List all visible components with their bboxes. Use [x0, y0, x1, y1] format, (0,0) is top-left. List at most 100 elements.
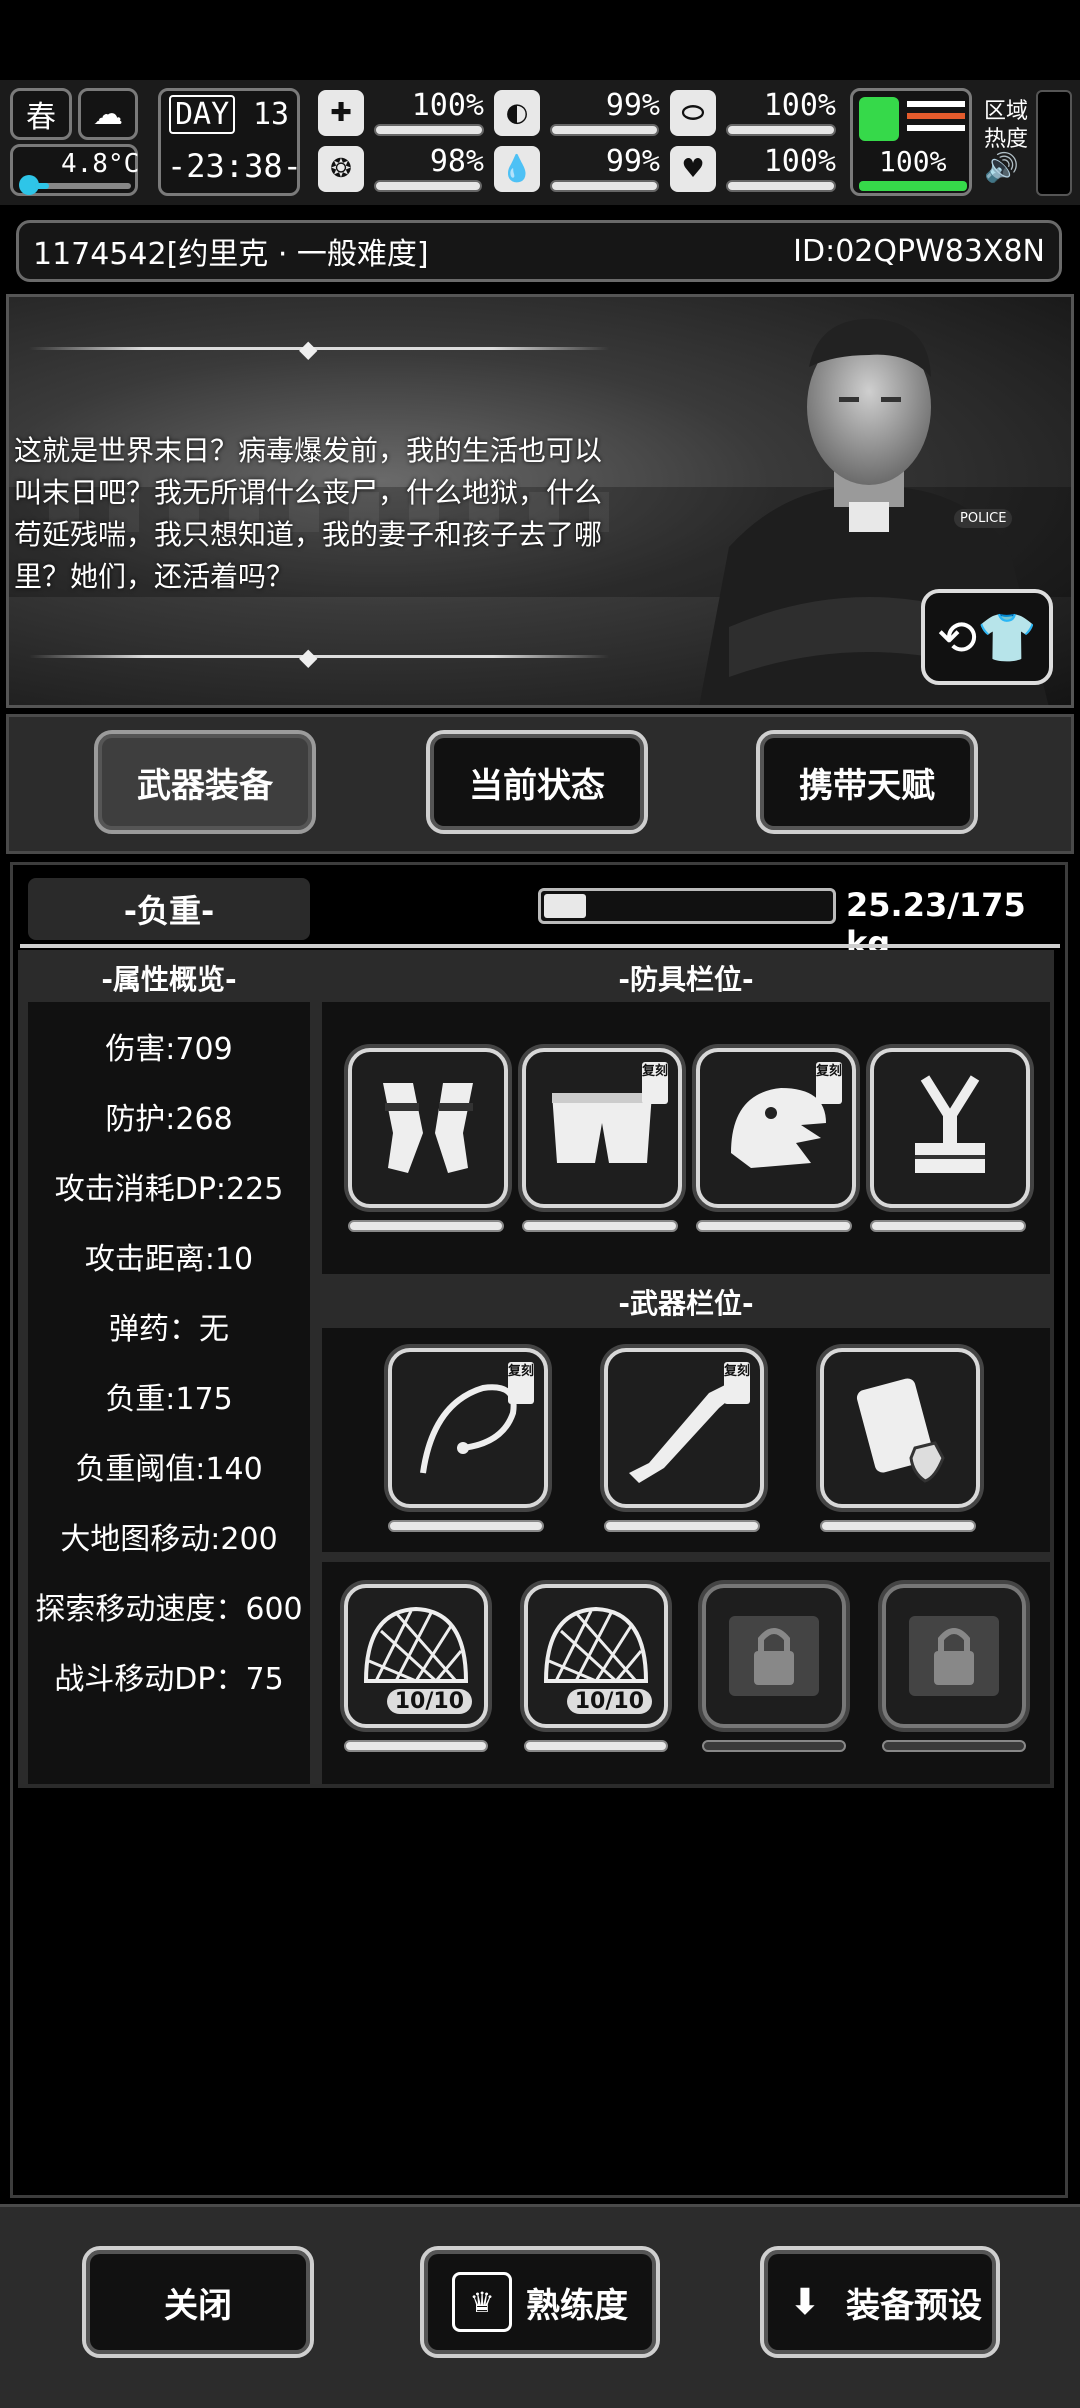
- police-patch: POLICE: [954, 509, 1013, 528]
- proficiency-icon: ♛: [452, 2272, 512, 2332]
- heat-meter: [1036, 90, 1072, 196]
- water-drop-icon: 💧: [494, 146, 540, 192]
- season-label: 春: [26, 100, 56, 135]
- clock-time: -23:38-: [167, 147, 302, 185]
- equipment-slot[interactable]: 复刻: [522, 1048, 682, 1208]
- outfit-swap-icon: ⟲👕: [937, 609, 1037, 666]
- ornament-diamond-icon: ◆: [299, 643, 318, 671]
- stat-bar: [550, 124, 659, 136]
- slot-count: 10/10: [566, 1689, 652, 1714]
- equipment-preset-button[interactable]: ⬇ 装备预设: [760, 2246, 1000, 2358]
- preset-label: 装备预设: [846, 2285, 982, 2326]
- harness-icon: [915, 1075, 985, 1173]
- season-indicator: 春: [10, 88, 72, 140]
- durability-bar: [388, 1520, 544, 1532]
- stat-value: 100%: [763, 144, 836, 179]
- attribute-item: 探索移动速度：600: [35, 1592, 303, 1627]
- lock-icon: [729, 1616, 819, 1696]
- tab-weapons-equipment[interactable]: 武器装备: [94, 730, 316, 834]
- stomach-icon: ◐: [494, 90, 540, 136]
- shield-case-icon: [856, 1378, 945, 1483]
- locked-slot[interactable]: [882, 1584, 1026, 1728]
- divider: [20, 944, 1060, 948]
- stat-value: 100%: [411, 88, 484, 123]
- stat-value: 100%: [763, 88, 836, 123]
- stamina-value: 100%: [879, 145, 947, 178]
- replica-badge: 复刻: [724, 1362, 750, 1404]
- durability-bar: [696, 1220, 852, 1232]
- attributes-list: 伤害:709 防护:268 攻击消耗DP:225 攻击距离:10 弹药：无 负重:175 负…: [28, 1002, 310, 1784]
- day-number: 13: [253, 97, 290, 132]
- replica-badge: 复刻: [642, 1062, 668, 1104]
- change-outfit-button[interactable]: ⟲👕: [921, 589, 1053, 685]
- tab-label: 携带天赋: [799, 765, 935, 806]
- equipment-slot[interactable]: [820, 1348, 980, 1508]
- equipment-slot[interactable]: 10/10: [524, 1584, 668, 1728]
- boot-icon: [859, 97, 899, 141]
- weight-label: -负重-: [28, 878, 310, 940]
- stat-value: 99%: [605, 144, 660, 179]
- equipment-slot[interactable]: 10/10: [344, 1584, 488, 1728]
- durability-bar: [820, 1520, 976, 1532]
- attribute-item: 伤害:709: [105, 1032, 233, 1067]
- close-button[interactable]: 关闭: [82, 2246, 314, 2358]
- durability-bar: [348, 1220, 504, 1232]
- tab-label: 武器装备: [137, 765, 273, 806]
- attribute-item: 战斗移动DP：75: [54, 1662, 284, 1697]
- brain-icon: ❂: [318, 146, 364, 192]
- temperature-widget: 4.8°C: [10, 144, 139, 196]
- replica-badge: 复刻: [508, 1362, 534, 1404]
- armor-title: -防具栏位-: [618, 963, 754, 996]
- attribute-item: 攻击距离:10: [84, 1242, 254, 1277]
- lock-icon: [909, 1616, 999, 1696]
- stamina-bar: [859, 181, 967, 191]
- area-heat-label-2: 热度: [984, 127, 1029, 152]
- stat-bar: [374, 124, 484, 136]
- area-heat[interactable]: 区域 热度 🔊: [984, 98, 1028, 182]
- stamina-widget: 100%: [850, 88, 972, 196]
- ornament-bottom: [29, 655, 609, 658]
- durability-bar: [604, 1520, 760, 1532]
- armor-slots: 复刻 复刻: [322, 1002, 1050, 1274]
- equipment-slot[interactable]: 复刻: [604, 1348, 764, 1508]
- quick-slots: 10/10 10/10: [322, 1562, 1050, 1784]
- pill-icon: ⬭: [670, 90, 716, 136]
- ornament-diamond-icon: ◆: [299, 335, 318, 363]
- day-label: DAY: [169, 95, 236, 134]
- stat-bar: [726, 124, 836, 136]
- heart-icon: ♥: [670, 146, 716, 192]
- tab-current-status[interactable]: 当前状态: [426, 730, 648, 834]
- character-title: 1174542[约里克 · 一般难度]: [33, 237, 429, 272]
- locked-slot[interactable]: [702, 1584, 846, 1728]
- durability-bar: [702, 1740, 846, 1752]
- medkit-icon: ✚: [318, 90, 364, 136]
- durability-bar: [522, 1220, 678, 1232]
- equipment-slot[interactable]: 复刻: [696, 1048, 856, 1208]
- equipment-slot[interactable]: [870, 1048, 1030, 1208]
- equipment-slot[interactable]: [348, 1048, 508, 1208]
- attribute-item: 攻击消耗DP:225: [54, 1172, 284, 1207]
- attribute-item: 负重阈值:140: [75, 1452, 263, 1487]
- attribute-item: 弹药：无: [109, 1312, 229, 1347]
- area-heat-label: 区域: [984, 99, 1029, 124]
- durability-bar: [524, 1740, 668, 1752]
- attributes-title: -属性概览-: [101, 963, 237, 996]
- speaker-icon[interactable]: 🔊: [984, 154, 1028, 182]
- proficiency-label: 熟练度: [526, 2285, 628, 2326]
- stat-value: 99%: [605, 88, 660, 123]
- weapon-slots: 复刻 复刻: [322, 1328, 1050, 1552]
- durability-bar: [870, 1220, 1026, 1232]
- character-header: 1174542[约里克 · 一般难度] ID:02QPW83X8N: [16, 220, 1062, 282]
- equipment-slot[interactable]: 复刻: [388, 1348, 548, 1508]
- weight-bar-fill: [544, 894, 586, 918]
- slot-count: 10/10: [386, 1689, 472, 1714]
- tab-carried-talents[interactable]: 携带天赋: [756, 730, 978, 834]
- gloves-icon: [383, 1083, 473, 1173]
- weapons-title: -武器栏位-: [618, 1287, 754, 1320]
- proficiency-button[interactable]: ♛ 熟练度: [420, 2246, 660, 2358]
- day-clock-widget: DAY 13 -23:38-: [158, 88, 302, 196]
- attribute-item: 大地图移动:200: [60, 1522, 278, 1557]
- close-label: 关闭: [164, 2285, 232, 2326]
- stat-value: 98%: [429, 144, 484, 179]
- attribute-item: 防护:268: [105, 1102, 233, 1137]
